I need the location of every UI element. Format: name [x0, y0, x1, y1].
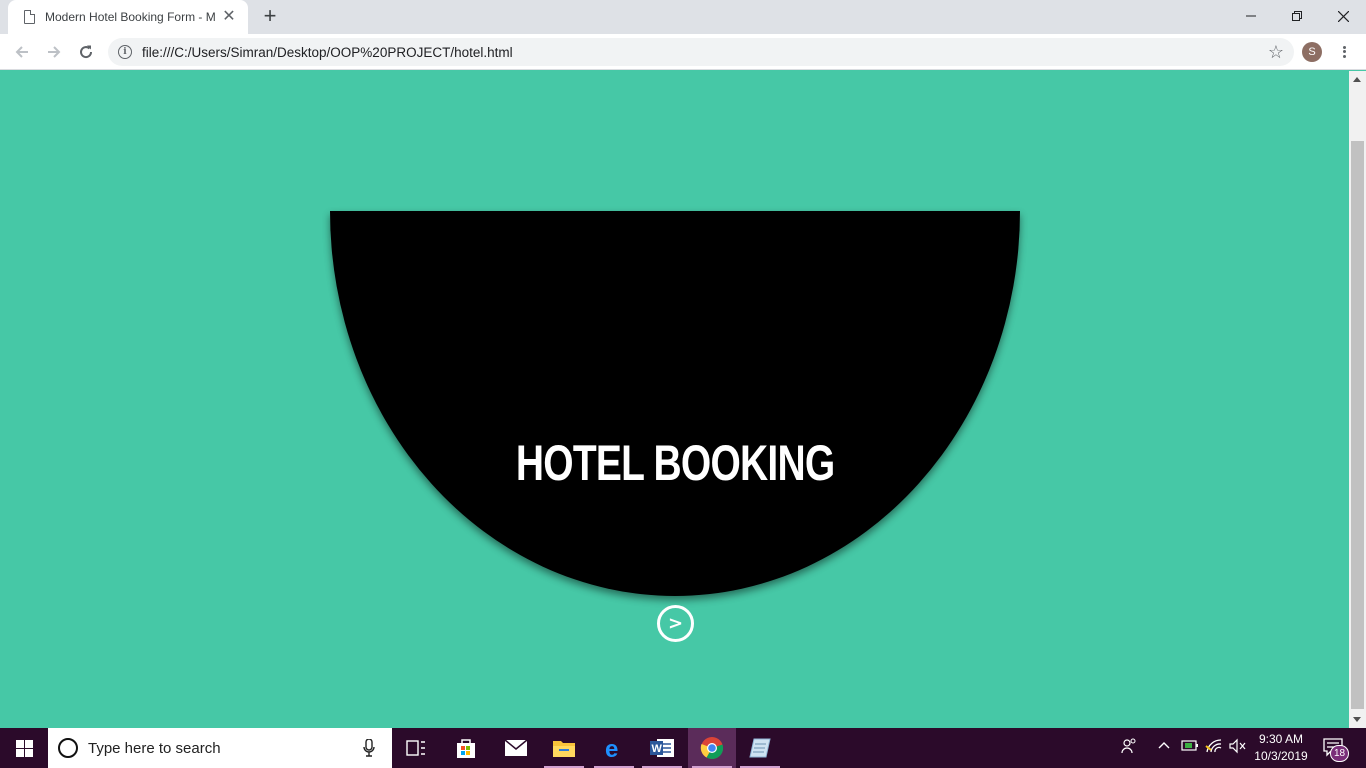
chrome-icon	[700, 737, 724, 760]
microphone-icon[interactable]	[358, 737, 380, 759]
edge-button[interactable]: e	[590, 728, 638, 768]
scroll-down-arrow-icon[interactable]	[1353, 717, 1361, 722]
clock-date[interactable]: 10/3/2019	[1250, 749, 1312, 763]
notification-count-badge: 18	[1330, 745, 1349, 762]
minimize-icon	[1246, 15, 1256, 17]
task-view-button[interactable]	[392, 728, 440, 768]
profile-avatar[interactable]: S	[1302, 42, 1322, 62]
notepad-button[interactable]	[736, 728, 784, 768]
browser-toolbar: i file:///C:/Users/Simran/Desktop/OOP%20…	[0, 34, 1366, 70]
chrome-button[interactable]	[688, 728, 736, 768]
folder-icon	[553, 741, 575, 757]
page-content: HOTEL BOOKING >	[0, 71, 1349, 728]
mail-icon	[504, 739, 528, 756]
search-placeholder[interactable]: Type here to search	[88, 740, 358, 757]
start-button[interactable]	[0, 728, 48, 768]
browser-menu-button[interactable]	[1336, 41, 1352, 63]
cortana-icon	[58, 738, 78, 758]
reload-icon	[80, 45, 93, 59]
restore-button[interactable]	[1274, 0, 1320, 32]
tab-close-button[interactable]: ✕	[220, 9, 238, 25]
next-button[interactable]: >	[657, 605, 694, 642]
mail-button[interactable]	[492, 728, 540, 768]
scroll-thumb[interactable]	[1351, 141, 1364, 709]
svg-text:W: W	[652, 743, 663, 755]
notepad-icon	[749, 738, 771, 758]
people-icon[interactable]	[1121, 738, 1137, 757]
bookmark-star-icon[interactable]: ☆	[1268, 42, 1284, 63]
battery-icon[interactable]	[1181, 738, 1199, 755]
minimize-button[interactable]	[1228, 0, 1274, 32]
word-button[interactable]: W	[638, 728, 686, 768]
info-icon[interactable]: i	[118, 45, 132, 59]
forward-button[interactable]	[40, 38, 68, 66]
svg-text:e: e	[605, 736, 618, 760]
store-icon	[457, 739, 475, 758]
arrow-right-icon	[48, 46, 61, 58]
url-text[interactable]: file:///C:/Users/Simran/Desktop/OOP%20PR…	[142, 45, 513, 60]
chevron-up-icon[interactable]	[1157, 739, 1171, 754]
arrow-left-icon	[15, 46, 28, 58]
reload-button[interactable]	[72, 38, 100, 66]
windows-logo-icon	[15, 739, 33, 757]
restore-icon	[1292, 11, 1302, 21]
taskbar-search[interactable]: Type here to search	[48, 728, 392, 768]
dot-icon	[1342, 50, 1346, 54]
browser-tab[interactable]: Modern Hotel Booking Form - M ✕	[8, 0, 248, 34]
browser-titlebar: Modern Hotel Booking Form - M ✕ +	[0, 0, 1366, 34]
clock-time[interactable]: 9:30 AM	[1250, 732, 1312, 746]
vertical-scrollbar[interactable]	[1349, 71, 1366, 728]
edge-icon: e	[605, 736, 618, 760]
dot-icon	[1342, 55, 1346, 59]
file-explorer-button[interactable]	[540, 728, 588, 768]
windows-taskbar: Type here to search e W 9:30 AM 10/3/201…	[0, 728, 1366, 768]
dot-icon	[1342, 45, 1346, 49]
scroll-up-arrow-icon[interactable]	[1353, 77, 1361, 82]
tab-title: Modern Hotel Booking Form - M	[45, 10, 216, 24]
address-bar[interactable]: i file:///C:/Users/Simran/Desktop/OOP%20…	[108, 38, 1294, 66]
new-tab-button[interactable]: +	[258, 5, 282, 29]
back-button[interactable]	[8, 38, 36, 66]
close-window-button[interactable]	[1320, 0, 1366, 32]
hero-half-circle: HOTEL BOOKING	[330, 211, 1020, 596]
page-title: HOTEL BOOKING	[515, 434, 835, 491]
word-icon: W	[650, 739, 674, 757]
store-button[interactable]	[442, 728, 490, 768]
close-icon	[1337, 10, 1349, 22]
wifi-icon[interactable]	[1205, 738, 1223, 757]
task-view-icon	[406, 740, 425, 756]
document-icon	[24, 10, 35, 24]
volume-muted-icon[interactable]	[1229, 738, 1247, 757]
